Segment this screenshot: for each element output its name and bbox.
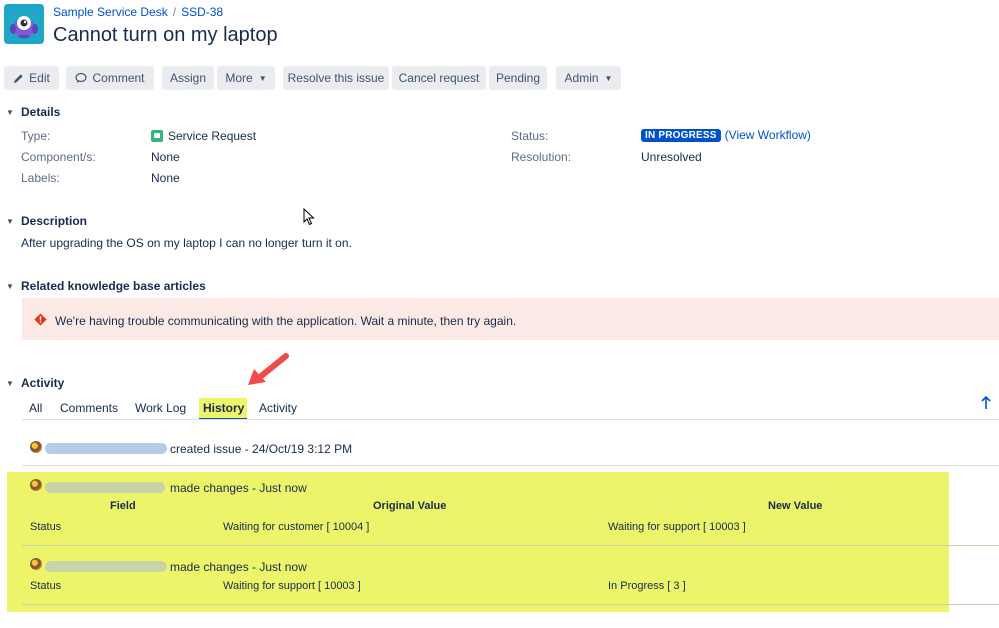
status-value: IN PROGRESS (View Workflow) — [641, 128, 811, 142]
kb-heading: Related knowledge base articles — [21, 279, 206, 293]
error-icon — [34, 313, 47, 329]
status-badge: IN PROGRESS — [641, 128, 721, 142]
created-issue-text: created issue - 24/Oct/19 3:12 PM — [170, 442, 353, 456]
annotation-arrow-icon — [244, 352, 292, 391]
details-heading: Details — [21, 105, 61, 119]
change-new-value: In Progress [ 3 ] — [608, 580, 686, 592]
type-value-text: Service Request — [168, 129, 257, 143]
description-heading: Description — [21, 214, 88, 228]
breadcrumb-project-link[interactable]: Sample Service Desk — [53, 5, 168, 19]
history-highlight-box — [7, 472, 949, 612]
avatar[interactable] — [30, 558, 42, 570]
project-avatar[interactable] — [4, 4, 44, 44]
history-divider — [22, 545, 999, 546]
activity-section-toggle[interactable]: ▼ Activity — [6, 376, 64, 390]
component-value: None — [151, 150, 180, 164]
admin-dropdown-button[interactable]: Admin ▼ — [556, 66, 621, 90]
tab-comments[interactable]: Comments — [60, 401, 118, 415]
tab-work-log[interactable]: Work Log — [135, 401, 186, 415]
edit-button[interactable]: Edit — [4, 66, 59, 90]
pending-button[interactable]: Pending — [489, 66, 547, 90]
admin-button-label: Admin — [564, 71, 599, 85]
sort-arrow-up-icon[interactable] — [981, 395, 991, 413]
kb-error-text: We're having trouble communicating with … — [55, 314, 517, 328]
kb-section-toggle[interactable]: ▼ Related knowledge base articles — [6, 279, 206, 293]
view-workflow-link[interactable]: (View Workflow) — [725, 128, 811, 142]
breadcrumb: Sample Service Desk / SSD-38 — [53, 5, 223, 19]
chevron-down-icon: ▼ — [258, 73, 267, 83]
tab-activity[interactable]: Activity — [259, 401, 297, 415]
assign-button[interactable]: Assign — [162, 66, 214, 90]
avatar[interactable] — [30, 479, 42, 491]
redacted-username — [45, 561, 167, 572]
description-text: After upgrading the OS on my laptop I ca… — [21, 236, 352, 250]
type-label: Type: — [21, 129, 51, 143]
table-header-field: Field — [110, 500, 136, 512]
change-field: Status — [30, 521, 62, 533]
history-divider — [22, 604, 999, 605]
details-section-toggle[interactable]: ▼ Details — [6, 105, 60, 119]
status-label: Status: — [511, 129, 549, 143]
breadcrumb-separator: / — [172, 5, 177, 19]
tab-history[interactable]: History — [203, 401, 244, 415]
cancel-request-button[interactable]: Cancel request — [392, 66, 486, 90]
chevron-down-icon: ▼ — [604, 73, 613, 83]
activity-heading: Activity — [21, 376, 65, 390]
page-title: Cannot turn on my laptop — [53, 24, 278, 46]
tabs-divider — [22, 419, 999, 420]
avatar[interactable] — [30, 441, 42, 453]
edit-button-label: Edit — [29, 71, 50, 85]
more-button-label: More — [225, 71, 253, 85]
pencil-icon — [13, 73, 24, 84]
description-section-toggle[interactable]: ▼ Description — [6, 214, 87, 228]
collapse-chevron-icon: ▼ — [6, 378, 14, 388]
type-value: Service Request — [151, 129, 256, 143]
resolution-label: Resolution: — [511, 150, 572, 164]
project-logo-icon — [4, 4, 44, 44]
table-header-original: Original Value — [373, 500, 447, 512]
labels-label: Labels: — [21, 171, 60, 185]
table-header-new: New Value — [768, 500, 823, 512]
mouse-cursor-icon — [303, 207, 315, 229]
change-new-value: Waiting for support [ 10003 ] — [608, 521, 746, 533]
redacted-username — [45, 482, 165, 493]
change-field: Status — [30, 580, 62, 592]
redacted-username — [45, 443, 167, 454]
resolve-issue-button[interactable]: Resolve this issue — [283, 66, 389, 90]
component-label: Component/s: — [21, 150, 96, 164]
change-original-value: Waiting for customer [ 10004 ] — [223, 521, 370, 533]
service-request-icon — [151, 130, 163, 142]
change-action-text: made changes - Just now — [170, 560, 307, 574]
collapse-chevron-icon: ▼ — [6, 216, 14, 226]
change-original-value: Waiting for support [ 10003 ] — [223, 580, 361, 592]
labels-value: None — [151, 171, 180, 185]
more-dropdown-button[interactable]: More ▼ — [217, 66, 275, 90]
tab-all[interactable]: All — [29, 401, 42, 415]
resolution-value: Unresolved — [641, 150, 702, 164]
breadcrumb-issue-key-link[interactable]: SSD-38 — [181, 5, 223, 19]
comment-button-label: Comment — [92, 71, 145, 85]
comment-button[interactable]: Comment — [66, 66, 154, 90]
collapse-chevron-icon: ▼ — [6, 107, 14, 117]
collapse-chevron-icon: ▼ — [6, 281, 14, 291]
history-divider — [22, 465, 999, 466]
change-action-text: made changes - Just now — [170, 481, 307, 495]
comment-icon — [75, 72, 88, 84]
